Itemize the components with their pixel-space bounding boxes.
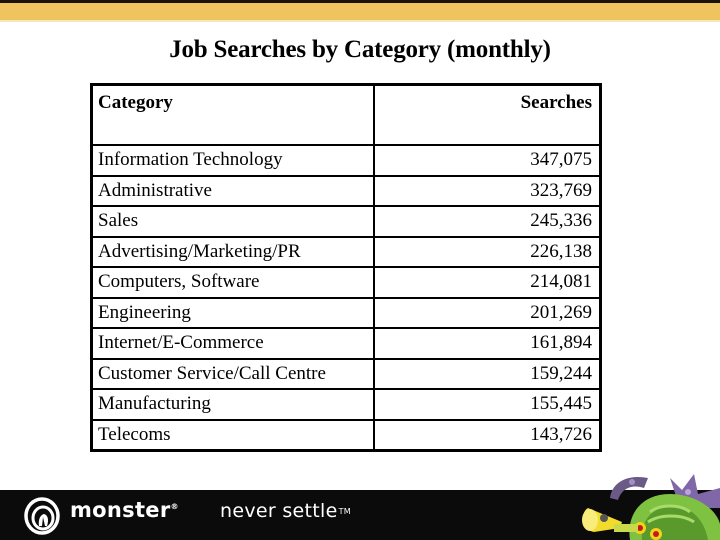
table-row: Sales 245,336 — [90, 205, 602, 238]
category-cell: Internet/E-Commerce — [90, 327, 375, 360]
slide-title: Job Searches by Category (monthly) — [169, 36, 551, 63]
searches-cell: 323,769 — [373, 174, 602, 207]
table-row: Telecoms 143,726 — [90, 418, 602, 452]
searches-cell: 159,244 — [373, 357, 602, 390]
category-cell: Customer Service/Call Centre — [90, 357, 375, 390]
searches-cell: 347,075 — [373, 144, 602, 177]
tagline: never settleTM — [220, 500, 351, 522]
category-cell: Telecoms — [90, 418, 375, 452]
table-row: Customer Service/Call Centre 159,244 — [90, 357, 602, 390]
category-cell: Sales — [90, 205, 375, 238]
green-monster-mascot-icon — [582, 474, 720, 540]
table-row: Engineering 201,269 — [90, 296, 602, 329]
category-cell: Advertising/Marketing/PR — [90, 235, 375, 268]
column-header-searches: Searches — [373, 83, 602, 146]
category-cell: Engineering — [90, 296, 375, 329]
trademark-mark: TM — [338, 507, 351, 516]
monster-swirl-logo-icon — [24, 497, 60, 535]
searches-cell: 201,269 — [373, 296, 602, 329]
brand-name: monster — [70, 498, 171, 522]
category-cell: Computers, Software — [90, 266, 375, 299]
searches-cell: 245,336 — [373, 205, 602, 238]
searches-cell: 214,081 — [373, 266, 602, 299]
table-row: Information Technology 347,075 — [90, 144, 602, 177]
table-row: Advertising/Marketing/PR 226,138 — [90, 235, 602, 268]
searches-cell: 226,138 — [373, 235, 602, 268]
table-header-row: Category Searches — [90, 83, 602, 146]
category-cell: Manufacturing — [90, 388, 375, 421]
table-row: Computers, Software 214,081 — [90, 266, 602, 299]
table-row: Manufacturing 155,445 — [90, 388, 602, 421]
brand-registered-mark: ® — [170, 502, 179, 511]
category-cell: Information Technology — [90, 144, 375, 177]
column-header-category: Category — [90, 83, 375, 146]
table-row: Administrative 323,769 — [90, 174, 602, 207]
tagline-text: never settle — [220, 500, 338, 522]
top-band-fade — [0, 20, 720, 22]
brand-wordmark: monster® — [70, 498, 179, 522]
job-searches-table: Category Searches Information Technology… — [90, 83, 602, 452]
searches-cell: 155,445 — [373, 388, 602, 421]
top-gold-band — [0, 3, 720, 20]
searches-cell: 143,726 — [373, 418, 602, 452]
searches-cell: 161,894 — [373, 327, 602, 360]
table-row: Internet/E-Commerce 161,894 — [90, 327, 602, 360]
category-cell: Administrative — [90, 174, 375, 207]
